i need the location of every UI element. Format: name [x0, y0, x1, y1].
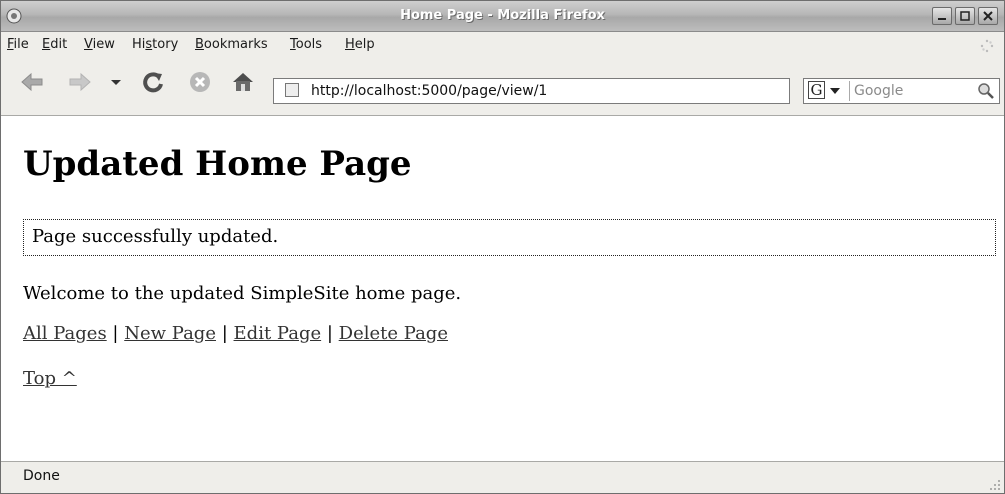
close-icon — [983, 11, 993, 21]
url-bar[interactable]: http://localhost:5000/page/view/1 — [273, 78, 790, 104]
back-icon[interactable] — [19, 70, 45, 94]
top-link-row: Top ^ — [23, 368, 77, 389]
chevron-down-icon — [830, 88, 840, 94]
maximize-icon — [960, 11, 970, 21]
forward-icon[interactable] — [67, 70, 93, 94]
minimize-icon — [938, 18, 946, 20]
welcome-text: Welcome to the updated SimpleSite home p… — [23, 283, 462, 304]
flash-message: Page successfully updated. — [23, 219, 996, 256]
menu-history[interactable]: History — [132, 37, 178, 52]
title-bar[interactable]: Home Page - Mozilla Firefox — [1, 1, 1004, 32]
search-engine-button[interactable]: G — [806, 81, 850, 101]
link-separator: | — [221, 323, 228, 344]
site-identity-icon[interactable] — [285, 83, 299, 97]
maximize-button[interactable] — [955, 7, 975, 25]
menu-bookmarks[interactable]: Bookmarks — [195, 37, 268, 52]
menu-file[interactable]: File — [7, 37, 29, 52]
page-content: Updated Home Page Page successfully upda… — [1, 116, 1004, 461]
link-separator: | — [326, 323, 333, 344]
status-bar: Done — [1, 461, 1004, 493]
minimize-button[interactable] — [932, 7, 952, 25]
stop-icon[interactable] — [187, 70, 213, 94]
home-icon[interactable] — [230, 70, 256, 94]
magnifier-icon[interactable] — [977, 82, 995, 100]
close-button[interactable] — [978, 7, 998, 25]
menu-help[interactable]: Help — [345, 37, 375, 52]
page-title: Updated Home Page — [23, 144, 412, 184]
menu-edit[interactable]: Edit — [42, 37, 67, 52]
new-page-link[interactable]: New Page — [124, 323, 216, 344]
search-bar[interactable]: G Google — [803, 78, 1000, 104]
navigation-toolbar: http://localhost:5000/page/view/1 G Goog… — [1, 59, 1004, 116]
history-dropdown-icon[interactable] — [109, 70, 123, 94]
menu-bar: File Edit View History Bookmarks Tools H… — [1, 32, 1004, 59]
browser-window: Home Page - Mozilla Firefox File Edit Vi… — [0, 0, 1005, 494]
menu-tools[interactable]: Tools — [290, 37, 322, 52]
reload-icon[interactable] — [140, 70, 166, 94]
all-pages-link[interactable]: All Pages — [23, 323, 107, 344]
menu-view[interactable]: View — [84, 37, 115, 52]
link-separator: | — [112, 323, 119, 344]
resize-grip-icon[interactable] — [989, 479, 1001, 491]
window-title: Home Page - Mozilla Firefox — [400, 8, 605, 23]
page-links: All Pages | New Page | Edit Page | Delet… — [23, 323, 448, 344]
google-icon: G — [808, 81, 825, 99]
url-input[interactable]: http://localhost:5000/page/view/1 — [311, 83, 547, 99]
top-link[interactable]: Top ^ — [23, 368, 77, 389]
status-text: Done — [23, 468, 60, 484]
search-input[interactable]: Google — [854, 83, 903, 99]
edit-page-link[interactable]: Edit Page — [234, 323, 322, 344]
throbber-icon — [980, 39, 994, 53]
delete-page-link[interactable]: Delete Page — [339, 323, 448, 344]
